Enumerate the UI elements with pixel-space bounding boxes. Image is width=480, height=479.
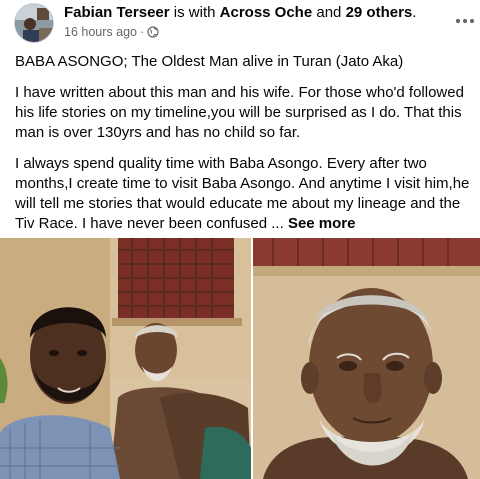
others-link[interactable]: 29 others [346,4,413,21]
author-line: Fabian Terseer is with Across Oche and 2… [64,4,416,22]
author-avatar[interactable] [14,3,54,43]
more-options-button[interactable] [452,8,478,34]
post-meta: 16 hours ago · [64,25,159,42]
see-more-link[interactable]: See more [288,215,356,232]
post-title: BABA ASONGO; The Oldest Man alive in Tur… [15,53,404,70]
post-header: Fabian Terseer is with Across Oche and 2… [0,0,480,46]
author-name[interactable]: Fabian Terseer [64,4,170,21]
with-text: is with [173,4,216,21]
tagged-user[interactable]: Across Oche [220,4,313,21]
and-text: and [316,4,342,21]
meta-separator: · [139,25,145,39]
globe-icon[interactable] [147,26,159,42]
post-body: BABA ASONGO; The Oldest Man alive in Tur… [15,52,470,245]
selfie-with-old-man-photo[interactable] [0,238,251,479]
three-dots-icon [455,18,475,24]
post-paragraph-1: I have written about this man and his wi… [15,84,464,141]
post-paragraph-2: I always spend quality time with Baba As… [15,154,470,234]
post-paragraph-2-text: I always spend quality time with Baba As… [15,155,470,232]
post-timestamp[interactable]: 16 hours ago [64,25,137,39]
period-text: . [412,4,417,21]
old-man-portrait-photo[interactable] [253,238,480,479]
